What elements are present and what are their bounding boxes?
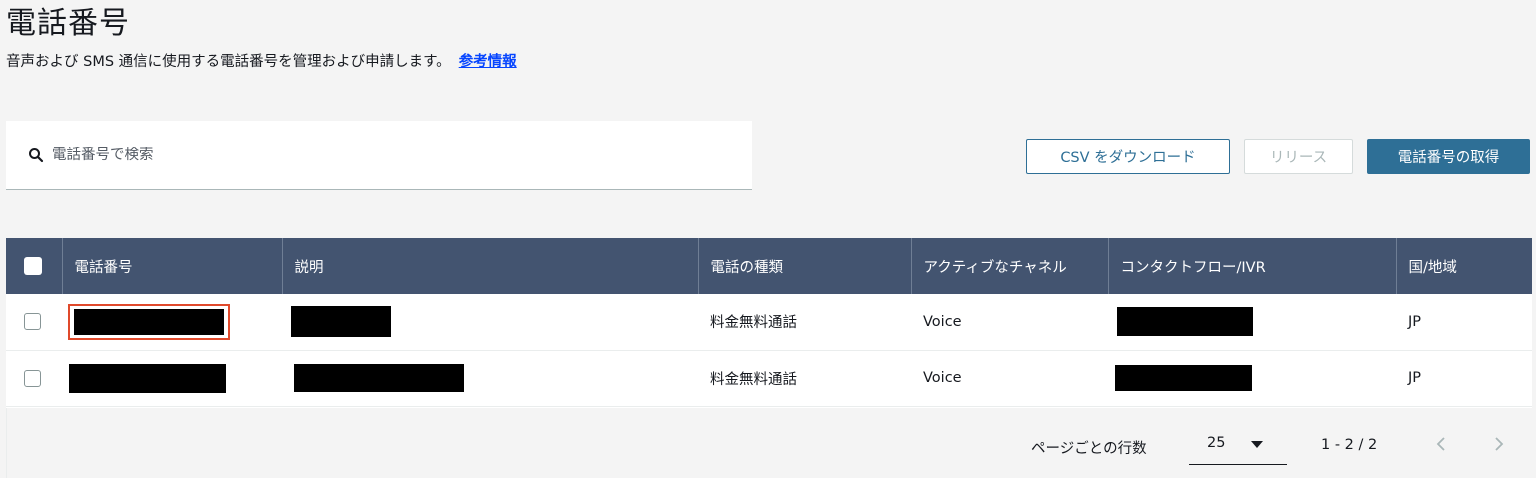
active-channel-cell: Voice	[923, 313, 962, 330]
select-all-checkbox[interactable]	[24, 257, 42, 275]
phone-number-cell[interactable]	[62, 294, 282, 350]
rows-per-page-label: ページごとの行数	[1031, 441, 1147, 457]
country-cell: JP	[1408, 370, 1422, 386]
phone-type-cell: 料金無料通話	[710, 371, 797, 388]
page-title: 電話番号	[6, 6, 130, 41]
column-header-phone-number[interactable]: 電話番号	[62, 238, 283, 294]
description-cell	[282, 350, 698, 406]
column-header-active-channel[interactable]: アクティブなチャネル	[911, 238, 1109, 294]
table-row[interactable]: 料金無料通話 Voice JP	[6, 294, 1532, 350]
description-cell	[282, 294, 698, 350]
rows-per-page-value: 25	[1207, 435, 1226, 451]
active-channel-cell: Voice	[923, 370, 962, 386]
search-input[interactable]	[52, 147, 732, 163]
country-cell: JP	[1408, 313, 1422, 330]
description-text: 音声および SMS 通信に使用する電話番号を管理および申請します。	[6, 54, 451, 70]
next-page-button[interactable]	[1487, 432, 1511, 456]
caret-down-icon	[1251, 441, 1263, 448]
page-description: 音声および SMS 通信に使用する電話番号を管理および申請します。 参考情報	[6, 52, 517, 72]
column-header-description[interactable]: 説明	[282, 238, 699, 294]
contact-flow-cell	[1108, 350, 1396, 406]
previous-page-button[interactable]	[1429, 432, 1453, 456]
phone-numbers-table: 電話番号 説明 電話の種類 アクティブなチャネル コンタクトフロー/IVR 国/…	[6, 238, 1532, 478]
rows-per-page-select[interactable]: 25	[1189, 435, 1287, 465]
table-header-row: 電話番号 説明 電話の種類 アクティブなチャネル コンタクトフロー/IVR 国/…	[6, 238, 1532, 294]
column-header-country[interactable]: 国/地域	[1396, 238, 1532, 294]
release-button[interactable]: リリース	[1244, 139, 1353, 174]
table-row[interactable]: 料金無料通話 Voice JP	[6, 350, 1532, 406]
column-header-phone-type[interactable]: 電話の種類	[698, 238, 912, 294]
phone-type-cell: 料金無料通話	[710, 315, 797, 332]
download-csv-button[interactable]: CSV をダウンロード	[1026, 139, 1230, 174]
table-footer: ページごとの行数 25 1 - 2 / 2	[6, 408, 1532, 478]
redacted-description	[291, 306, 391, 338]
row-checkbox[interactable]	[24, 369, 41, 387]
pagination-range: 1 - 2 / 2	[1321, 437, 1378, 453]
acquire-number-button[interactable]: 電話番号の取得	[1367, 139, 1530, 174]
search-box[interactable]	[6, 121, 752, 190]
redacted-contact-flow	[1117, 307, 1253, 337]
search-icon	[29, 148, 44, 163]
column-header-contact-flow[interactable]: コンタクトフロー/IVR	[1108, 238, 1397, 294]
highlight-box	[68, 303, 230, 340]
redacted-description	[294, 364, 464, 392]
contact-flow-cell	[1108, 294, 1396, 350]
chevron-right-icon	[1495, 437, 1504, 451]
row-checkbox[interactable]	[24, 313, 41, 331]
redacted-contact-flow	[1115, 365, 1252, 391]
row-select-cell	[6, 294, 62, 350]
redacted-phone-number[interactable]	[69, 363, 226, 393]
learn-more-link[interactable]: 参考情報	[459, 54, 517, 70]
phone-numbers-page: 電話番号 音声および SMS 通信に使用する電話番号を管理および申請します。 参考…	[0, 0, 1536, 478]
row-select-cell	[6, 350, 62, 406]
phone-number-cell[interactable]	[62, 350, 282, 406]
select-all-cell	[6, 238, 63, 294]
chevron-left-icon	[1436, 437, 1445, 451]
redacted-phone-number[interactable]	[74, 308, 224, 335]
